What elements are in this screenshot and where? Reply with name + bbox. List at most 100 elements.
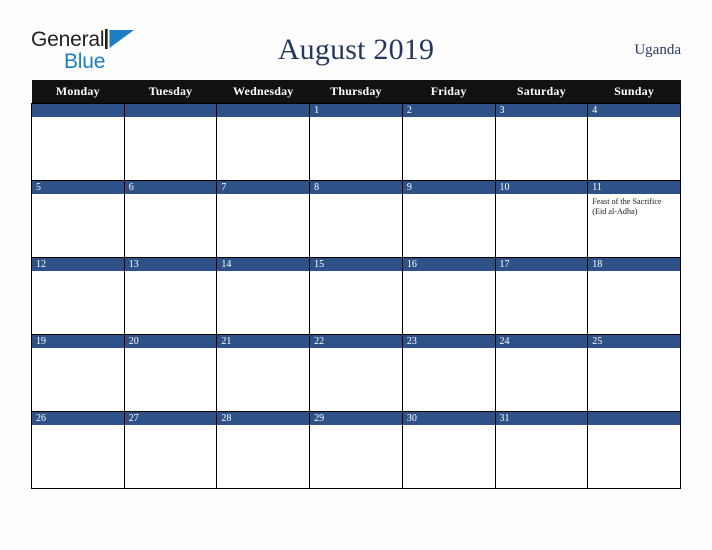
day-cell[interactable]: [123, 103, 218, 181]
day-number: 28: [217, 412, 310, 425]
day-content: [217, 271, 309, 274]
day-number: [32, 104, 124, 117]
brand-logo-top: General: [31, 29, 135, 50]
day-number: 13: [124, 258, 217, 271]
day-number: 25: [588, 335, 680, 348]
day-cell[interactable]: 13: [123, 257, 218, 335]
day-number: 26: [32, 412, 124, 425]
day-cell[interactable]: 23: [401, 334, 496, 412]
day-number: 24: [495, 335, 588, 348]
day-number: 8: [310, 181, 402, 194]
page-header: General Blue August 2019 Uganda: [31, 24, 681, 76]
day-cell[interactable]: 6: [123, 180, 218, 258]
day-cell[interactable]: 25: [587, 334, 681, 412]
day-cell[interactable]: 14: [216, 257, 311, 335]
day-content: [32, 425, 124, 428]
day-cell[interactable]: [587, 411, 681, 489]
day-number: 27: [124, 412, 217, 425]
day-number: 29: [310, 412, 402, 425]
day-number: 5: [32, 181, 124, 194]
day-number: 14: [217, 258, 310, 271]
day-cell[interactable]: 24: [494, 334, 589, 412]
weekday-header-monday: Monday: [31, 80, 125, 104]
calendar-grid: Monday Tuesday Wednesday Thursday Friday…: [31, 80, 681, 489]
day-cell[interactable]: 3: [494, 103, 589, 181]
calendar-page: General Blue August 2019 Uganda Monday T…: [0, 0, 712, 550]
day-cell[interactable]: 21: [216, 334, 311, 412]
day-content: [403, 425, 495, 428]
day-cell[interactable]: 4: [587, 103, 681, 181]
day-content: [217, 348, 309, 351]
day-number: [217, 104, 310, 117]
day-cell[interactable]: 26: [31, 411, 125, 489]
day-cell[interactable]: [31, 103, 125, 181]
day-cell[interactable]: 28: [216, 411, 311, 489]
day-number: [588, 412, 680, 425]
day-number: 20: [124, 335, 217, 348]
day-content: [125, 194, 217, 197]
calendar-body: 1 2 3 4 5 6 7 8 9 10 11 Feast of the Sacr…: [31, 103, 681, 489]
brand-logo[interactable]: General Blue: [31, 27, 135, 73]
day-number: 18: [588, 258, 680, 271]
day-content: [125, 271, 217, 274]
day-content: [32, 117, 124, 120]
day-cell[interactable]: 7: [216, 180, 311, 258]
day-cell[interactable]: 18: [587, 257, 681, 335]
day-cell[interactable]: 9: [401, 180, 496, 258]
calendar-week-row: 12 13 14 15 16 17 18: [31, 257, 681, 335]
weekday-header-tuesday: Tuesday: [124, 80, 217, 104]
day-cell[interactable]: 12: [31, 257, 125, 335]
calendar-week-row: 19 20 21 22 23 24 25: [31, 334, 681, 412]
day-content: [403, 194, 495, 197]
day-number: 9: [402, 181, 495, 194]
day-number: 15: [310, 258, 402, 271]
day-cell[interactable]: 2: [401, 103, 496, 181]
brand-name-general: General: [31, 28, 105, 51]
day-content: [125, 348, 217, 351]
day-content: [32, 271, 124, 274]
day-content: [32, 194, 124, 197]
page-title: August 2019: [277, 33, 435, 66]
day-number: [124, 104, 217, 117]
day-number: 17: [495, 258, 588, 271]
day-content: [217, 425, 309, 428]
day-content: [310, 194, 402, 197]
day-cell[interactable]: 22: [309, 334, 403, 412]
weekday-header-saturday: Saturday: [495, 80, 588, 104]
day-cell[interactable]: 16: [401, 257, 496, 335]
day-cell[interactable]: [216, 103, 311, 181]
day-content: [496, 271, 588, 274]
day-content: [310, 348, 402, 351]
day-number: 21: [217, 335, 310, 348]
day-cell[interactable]: 8: [309, 180, 403, 258]
brand-name-blue: Blue: [64, 50, 106, 73]
day-number: 23: [402, 335, 495, 348]
calendar-header-row: Monday Tuesday Wednesday Thursday Friday…: [31, 80, 681, 104]
day-cell[interactable]: 31: [494, 411, 589, 489]
day-number: 31: [495, 412, 588, 425]
day-cell[interactable]: 17: [494, 257, 589, 335]
day-content: [496, 425, 588, 428]
day-cell[interactable]: 10: [494, 180, 589, 258]
day-content: [217, 117, 309, 120]
day-cell[interactable]: 27: [123, 411, 218, 489]
day-content: [588, 348, 680, 351]
day-cell[interactable]: 15: [309, 257, 403, 335]
day-cell[interactable]: 11 Feast of the Sacrifice (Eid al-Adha): [587, 180, 681, 258]
day-cell[interactable]: 20: [123, 334, 218, 412]
day-content: [588, 117, 680, 120]
day-content: [403, 348, 495, 351]
day-number: 30: [402, 412, 495, 425]
day-cell[interactable]: 30: [401, 411, 496, 489]
calendar-week-row: 5 6 7 8 9 10 11 Feast of the Sacrifice (E…: [31, 180, 681, 258]
day-cell[interactable]: 1: [309, 103, 403, 181]
day-number: 1: [310, 104, 402, 117]
day-content: [496, 194, 588, 197]
day-number: 3: [495, 104, 588, 117]
day-cell[interactable]: 29: [309, 411, 403, 489]
day-cell[interactable]: 19: [31, 334, 125, 412]
day-number: 12: [32, 258, 124, 271]
day-cell[interactable]: 5: [31, 180, 125, 258]
day-content: [588, 425, 680, 428]
day-content: [125, 425, 217, 428]
